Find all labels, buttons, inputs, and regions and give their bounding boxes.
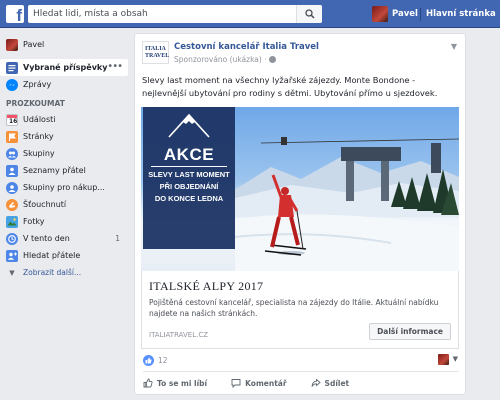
post-options-chevron-icon[interactable]: ▼ — [451, 42, 457, 51]
learn-more-button[interactable]: Další informace — [369, 323, 451, 340]
brand-banner — [143, 107, 235, 143]
promo-text: SLEVY LAST MOMENT — [148, 170, 230, 179]
promo-title: AKCE — [163, 145, 215, 164]
search-input[interactable]: Hledat lidi, místa a obsah — [33, 9, 148, 19]
avatar[interactable] — [438, 354, 449, 365]
sidebar-item-label: V tento den — [23, 234, 70, 243]
sidebar-item-news-feed[interactable]: Vybrané příspěvky ••• — [0, 59, 128, 76]
divider — [420, 8, 421, 21]
post-text: Slevy last moment na všechny lyžařské zá… — [142, 75, 438, 98]
sidebar-item-label: Zobrazit další... — [23, 268, 82, 277]
ad-link-preview[interactable]: ITALSKÉ ALPY 2017 Pojištěná cestovní kan… — [141, 271, 459, 349]
more-options-icon[interactable]: ••• — [107, 61, 123, 72]
like-count[interactable]: 12 — [158, 356, 168, 365]
profile-link[interactable]: Pavel — [392, 9, 418, 19]
sidebar-item-label: Šťouchnutí — [23, 200, 67, 209]
logo-text: TRAVEL — [145, 53, 170, 59]
mountain-logo-icon — [168, 113, 210, 138]
divider — [151, 166, 227, 167]
promo-box: AKCE SLEVY LAST MOMENT PŘI OBJEDNÁNÍ DO … — [143, 143, 235, 249]
share-button[interactable]: Sdílet — [311, 375, 350, 391]
friend-lists-icon — [6, 164, 18, 177]
sidebar-item-events[interactable]: 16 Události — [0, 111, 128, 128]
promo-text: DO KONCE LEDNA — [154, 194, 224, 203]
sidebar-item-label: Zprávy — [23, 80, 52, 89]
sidebar-item-on-this-day[interactable]: V tento den 1 — [0, 230, 128, 247]
calendar-icon: 16 — [6, 113, 18, 126]
sidebar-item-profile[interactable]: Pavel — [0, 36, 128, 53]
share-label: Sdílet — [324, 378, 350, 388]
sidebar-item-label: Skupiny pro nákup... — [23, 183, 105, 192]
globe-icon — [268, 56, 276, 63]
chevron-down-icon[interactable]: ▼ — [453, 355, 458, 363]
on-this-day-icon — [6, 232, 18, 245]
page-logo[interactable]: ITALIA TRAVEL — [142, 41, 169, 64]
sponsored-label: Sponzorováno (ukázka) · — [174, 55, 276, 64]
sidebar-item-label: Stránky — [23, 132, 54, 141]
sidebar-item-photos[interactable]: Fotky — [0, 213, 128, 230]
ad-description: Pojištěná cestovní kancelář, specialista… — [149, 298, 439, 318]
sidebar-item-label: Seznamy přátel — [23, 166, 86, 175]
sidebar-item-label: Skupiny — [23, 149, 55, 158]
sidebar-item-friend-lists[interactable]: Seznamy přátel — [0, 162, 128, 179]
left-sidebar: Pavel Vybrané příspěvky ••• Zprávy PROZK… — [0, 36, 128, 281]
messenger-icon — [6, 78, 18, 91]
news-feed-icon — [6, 61, 18, 74]
top-navigation-bar: f Hledat lidi, místa a obsah Pavel Hlavn… — [0, 0, 500, 28]
comment-icon — [231, 378, 241, 389]
thumbs-up-icon — [143, 378, 153, 388]
divider — [143, 371, 459, 372]
sponsored-text: Sponzorováno (ukázka) · — [174, 55, 267, 64]
home-link[interactable]: Hlavní stránka — [426, 9, 496, 19]
logo-text: ITALIA — [145, 46, 166, 52]
sidebar-item-find-friends[interactable]: Hledat přátele — [0, 247, 128, 264]
ad-image[interactable]: AKCE SLEVY LAST MOMENT PŘI OBJEDNÁNÍ DO … — [141, 107, 459, 271]
show-more-link[interactable]: ▼ Zobrazit další... — [0, 264, 128, 281]
like-button[interactable]: To se mi líbí — [143, 375, 207, 391]
sidebar-item-buy-sell-groups[interactable]: Skupiny pro nákup... — [0, 179, 128, 196]
sponsored-post-card: ITALIA TRAVEL Cestovní kancelář Italia T… — [134, 33, 466, 395]
comment-button[interactable]: Komentář — [231, 375, 287, 391]
ad-url: ITALIATRAVEL.CZ — [149, 331, 209, 339]
photos-icon — [6, 215, 18, 228]
groups-icon — [6, 147, 18, 160]
search-icon — [305, 9, 315, 19]
buy-sell-groups-icon — [6, 181, 18, 194]
chevron-down-icon: ▼ — [9, 268, 15, 277]
sidebar-item-label: Hledat přátele — [23, 251, 81, 260]
reaction-summary[interactable]: 12 — [143, 354, 168, 366]
sidebar-item-pokes[interactable]: Šťouchnutí — [0, 196, 128, 213]
sidebar-item-label: Vybrané příspěvky — [23, 63, 108, 72]
sidebar-item-messages[interactable]: Zprávy — [0, 76, 128, 93]
sidebar-item-label: Fotky — [23, 217, 45, 226]
section-title: PROZKOUMAT — [6, 99, 65, 108]
search-button[interactable] — [296, 5, 322, 23]
share-arrow-icon — [311, 378, 321, 388]
sidebar-item-label: Pavel — [23, 40, 45, 49]
sidebar-item-pages[interactable]: Stránky — [0, 128, 128, 145]
sidebar-item-groups[interactable]: Skupiny — [0, 145, 128, 162]
notification-count: 1 — [115, 234, 120, 243]
promo-text: PŘI OBJEDNÁNÍ — [159, 182, 219, 191]
like-reaction-icon — [143, 354, 154, 366]
like-label: To se mi líbí — [157, 378, 208, 388]
ad-headline[interactable]: ITALSKÉ ALPY 2017 — [149, 279, 263, 294]
search-bar[interactable]: Hledat lidi, místa a obsah — [28, 5, 322, 23]
profile-avatar[interactable] — [372, 6, 388, 22]
find-friends-icon — [6, 249, 18, 262]
post-actions: To se mi líbí Komentář Sdílet — [143, 375, 459, 391]
facebook-logo-icon[interactable]: f — [6, 5, 24, 23]
page-name-link[interactable]: Cestovní kancelář Italia Travel — [174, 42, 319, 52]
comment-label: Komentář — [245, 378, 287, 388]
sidebar-item-label: Události — [23, 115, 56, 124]
pokes-icon — [6, 198, 18, 211]
avatar — [6, 38, 18, 51]
pages-flag-icon — [6, 130, 18, 143]
